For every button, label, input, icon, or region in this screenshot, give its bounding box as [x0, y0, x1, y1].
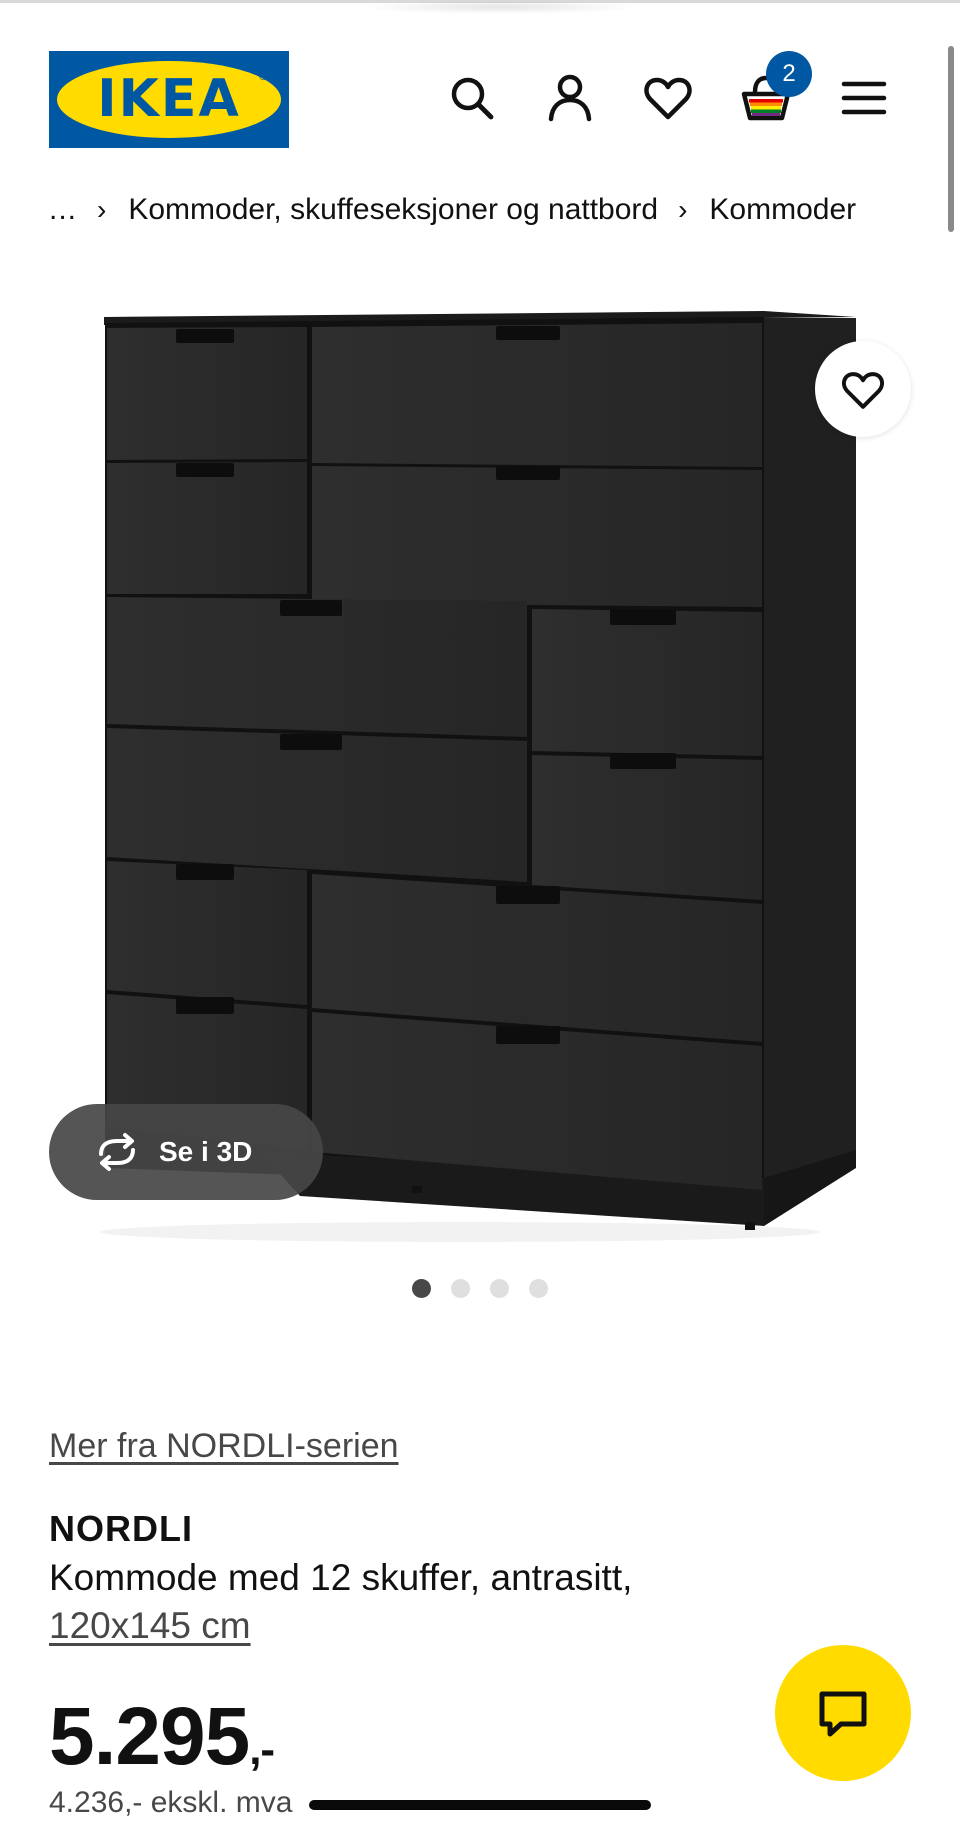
home-indicator [309, 1800, 651, 1810]
heart-icon [841, 372, 885, 409]
breadcrumb-chevron-icon: › [678, 194, 688, 225]
wishlist-heart-icon[interactable] [642, 72, 694, 124]
price-suffix: ,- [249, 1725, 275, 1774]
carousel-dot-4[interactable] [529, 1279, 548, 1298]
save-to-wishlist-button[interactable] [815, 341, 911, 437]
product-name: NORDLI [49, 1508, 193, 1549]
account-icon[interactable] [544, 72, 596, 124]
search-icon[interactable] [446, 72, 498, 124]
breadcrumb-chevron-icon: › [97, 194, 107, 225]
carousel-dot-3[interactable] [490, 1279, 509, 1298]
product-size-link[interactable]: 120x145 cm [49, 1605, 251, 1647]
logo-wordmark: IKEA [97, 69, 241, 129]
drawer-row-2 [107, 597, 762, 900]
chat-button[interactable] [775, 1645, 911, 1781]
ikea-logo[interactable]: IKEA ® [49, 51, 289, 148]
top-shadow [360, 0, 640, 14]
hamburger-menu-icon[interactable] [838, 72, 890, 124]
chat-bubble-icon [819, 1691, 867, 1737]
breadcrumb-item-chests-dressers-nightstands[interactable]: Kommoder, skuffeseksjoner og nattbord [128, 193, 658, 227]
scrollbar[interactable] [948, 46, 954, 232]
price-excluding-vat: 4.236,- ekskl. mva [49, 1786, 293, 1819]
image-carousel-indicators [412, 1279, 568, 1298]
price-value: 5.295 [49, 1691, 250, 1782]
breadcrumb-ellipsis[interactable]: ... [49, 193, 77, 227]
view-in-3d-label: Se i 3D [159, 1136, 253, 1167]
product-price: 5.295,- [49, 1690, 275, 1784]
breadcrumb: ... › Kommoder, skuffeseksjoner og nattb… [49, 188, 856, 232]
logo-registered-mark: ® [259, 69, 268, 83]
breadcrumb-item-dressers[interactable]: Kommoder [709, 193, 856, 227]
rotate-3d-icon [99, 1133, 135, 1171]
series-link[interactable]: Mer fra NORDLI-serien [49, 1427, 399, 1466]
product-description: Kommode med 12 skuffer, antrasitt, [49, 1557, 633, 1598]
carousel-dot-1[interactable] [412, 1279, 431, 1298]
cart-count-badge: 2 [766, 51, 812, 97]
carousel-dot-2[interactable] [451, 1279, 470, 1298]
view-in-3d-button[interactable]: Se i 3D [49, 1104, 323, 1200]
